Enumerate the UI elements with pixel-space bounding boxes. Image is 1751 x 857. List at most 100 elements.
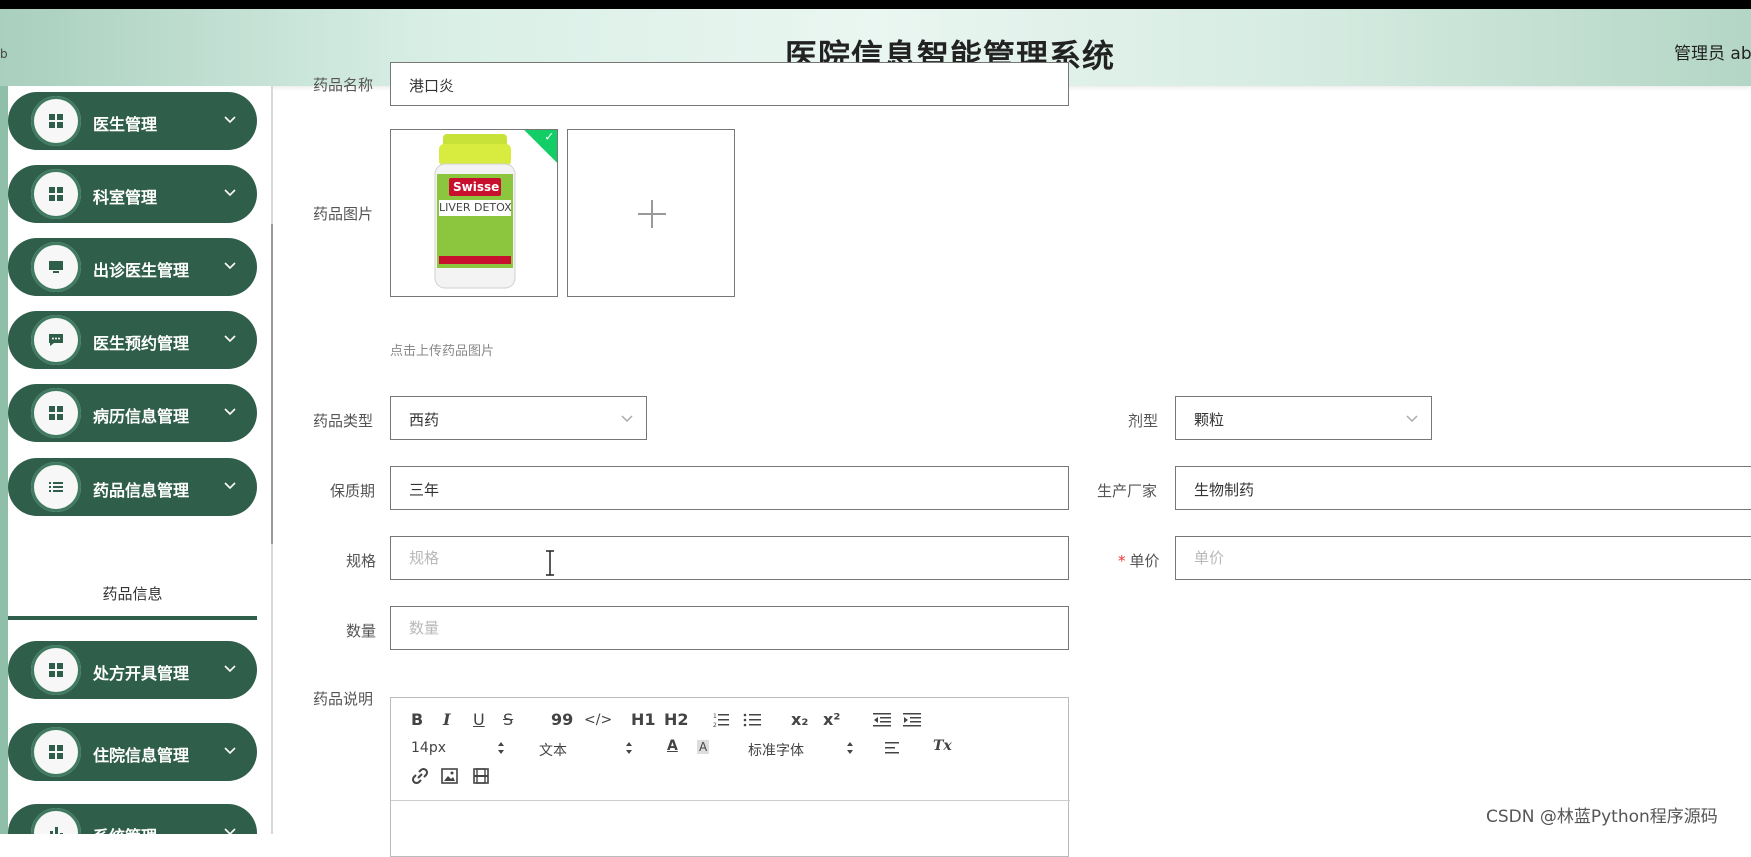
menu-icon-circle (31, 315, 81, 365)
chevron-down-icon (621, 415, 633, 423)
select-arrows-icon (626, 742, 632, 754)
sidebar-item-medical-record[interactable]: 病历信息管理 (8, 384, 257, 442)
sidebar-item-visiting-doctor[interactable]: 出诊医生管理 (8, 238, 257, 296)
quantity-input[interactable] (390, 606, 1069, 650)
strike-button[interactable]: S (503, 710, 513, 729)
chevron-down-icon (224, 482, 236, 490)
dosage-form-label: 剂型 (1128, 412, 1159, 430)
rich-text-editor[interactable]: B I U S 99 </> H1 H2 12 x₂ x² 14px 文本 A … (390, 697, 1070, 857)
bold-button[interactable]: B (411, 710, 423, 729)
h2-button[interactable]: H2 (664, 710, 689, 729)
sidebar-item-appointment[interactable]: 医生预约管理 (8, 311, 257, 369)
indent-icon[interactable] (903, 712, 921, 728)
sidebar-subitem-medicine-info[interactable]: 药品信息 (8, 572, 257, 620)
font-family-select[interactable]: 标准字体 (748, 740, 804, 760)
clear-format-button[interactable]: Tx (933, 738, 952, 754)
chevron-down-icon (224, 408, 236, 416)
monitor-icon (49, 261, 63, 273)
medicine-type-select[interactable]: 西药 (390, 396, 647, 440)
ordered-list-icon[interactable]: 12 (713, 712, 729, 728)
chat-icon (49, 334, 63, 346)
price-label-text: 单价 (1129, 552, 1160, 570)
dosage-form-value: 颗粒 (1194, 411, 1225, 429)
bullet-list-icon[interactable] (743, 712, 761, 728)
chevron-down-icon (224, 665, 236, 673)
medicine-type-label: 药品类型 (313, 412, 374, 430)
text-cursor (546, 550, 554, 576)
uploaded-image-thumb[interactable]: Swisse LIVER DETOX ✓ (390, 129, 558, 297)
outdent-icon[interactable] (873, 712, 891, 728)
background-color-button[interactable]: A (697, 740, 710, 754)
video-icon[interactable] (473, 768, 489, 784)
chevron-down-icon (224, 189, 236, 197)
sidebar-item-label: 药品信息管理 (93, 481, 190, 500)
grid-icon (49, 406, 63, 420)
svg-text:1: 1 (713, 713, 717, 720)
h1-button[interactable]: H1 (631, 710, 656, 729)
manufacturer-input[interactable]: 生物制药 (1175, 466, 1751, 510)
menu-icon-circle (31, 388, 81, 438)
sidebar-item-label: 医生管理 (93, 115, 158, 134)
grid-icon (49, 114, 63, 128)
medicine-type-value: 西药 (409, 411, 440, 429)
font-color-button[interactable]: A (667, 738, 678, 754)
quantity-label: 数量 (346, 622, 377, 640)
menu-icon-circle (31, 645, 81, 695)
menu-icon-circle (31, 462, 81, 512)
menu-icon-circle (31, 96, 81, 146)
italic-button[interactable]: I (443, 710, 450, 729)
select-arrows-icon (847, 742, 853, 754)
sidebar-item-label: 处方开具管理 (93, 664, 190, 683)
sidebar-item-label: 病历信息管理 (93, 407, 190, 426)
spec-input[interactable] (390, 536, 1069, 580)
subscript-button[interactable]: x₂ (791, 710, 808, 729)
screen-top-edge (0, 0, 1751, 9)
block-type-select[interactable]: 文本 (539, 740, 567, 760)
menu-icon-circle (31, 727, 81, 777)
manufacturer-label: 生产厂家 (1097, 482, 1158, 500)
upload-add-button[interactable] (567, 129, 735, 297)
sidebar-item-prescription[interactable]: 处方开具管理 (8, 641, 257, 699)
dosage-form-select[interactable]: 颗粒 (1175, 396, 1432, 440)
chevron-down-icon (224, 828, 236, 834)
sidebar-item-department[interactable]: 科室管理 (8, 165, 257, 223)
grid-icon (49, 745, 63, 759)
align-icon[interactable] (885, 740, 901, 756)
header-overlay (273, 9, 1751, 86)
chevron-down-icon (1406, 415, 1418, 423)
sidebar-item-system[interactable]: 系统管理 (8, 804, 257, 834)
sidebar-item-hospitalization[interactable]: 住院信息管理 (8, 723, 257, 781)
chart-icon (50, 827, 63, 834)
chevron-down-icon (224, 262, 236, 270)
menu-icon-circle (31, 169, 81, 219)
menu-icon-circle (31, 808, 81, 834)
medicine-image-label: 药品图片 (313, 205, 374, 223)
sidebar-scrollbar-thumb[interactable] (271, 224, 273, 544)
spec-label: 规格 (346, 552, 377, 570)
sidebar-item-label: 住院信息管理 (93, 746, 190, 765)
font-size-select[interactable]: 14px (411, 740, 446, 756)
shelf-life-input[interactable]: 三年 (390, 466, 1069, 510)
sidebar-accent-strip (0, 86, 8, 834)
shelf-life-label: 保质期 (330, 482, 376, 500)
grid-icon (49, 663, 63, 677)
quote-button[interactable]: 99 (551, 710, 573, 729)
superscript-button[interactable]: x² (823, 710, 840, 729)
sidebar-item-label: 医生预约管理 (93, 334, 190, 353)
description-label: 药品说明 (313, 690, 374, 708)
code-button[interactable]: </> (584, 712, 612, 728)
image-icon[interactable] (441, 768, 458, 784)
grid-icon (49, 187, 63, 201)
sidebar-item-medicine[interactable]: 药品信息管理 (8, 458, 257, 516)
menu-icon-circle (31, 242, 81, 292)
product-brand: Swisse (453, 180, 500, 194)
price-label: * 单价 (1118, 550, 1160, 571)
check-icon: ✓ (544, 129, 555, 144)
sidebar-item-label: 出诊医生管理 (93, 261, 190, 280)
link-icon[interactable] (411, 767, 429, 785)
price-input[interactable] (1175, 536, 1751, 580)
sidebar-item-label: 科室管理 (93, 188, 158, 207)
sidebar-item-doctor[interactable]: 医生管理 (8, 92, 257, 150)
product-name: LIVER DETOX (439, 201, 512, 214)
underline-button[interactable]: U (473, 710, 485, 729)
